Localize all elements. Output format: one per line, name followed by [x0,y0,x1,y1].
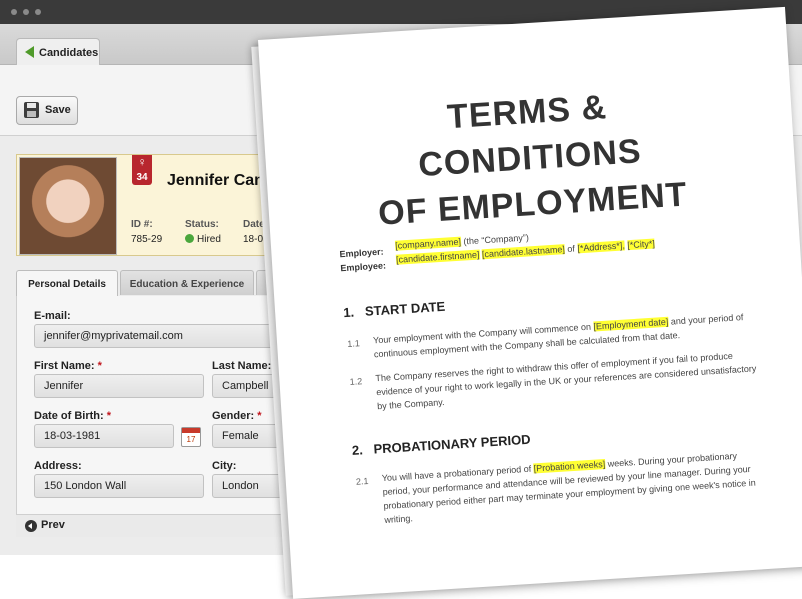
tab-candidates[interactable]: Candidates [16,38,100,65]
id-field: ID #: 785-29 [131,219,162,245]
required-mark: * [257,410,262,422]
tab-education-experience[interactable]: Education & Experience [120,270,254,295]
first-name-value: Jennifer [44,380,84,392]
status-field: Status: Hired [185,219,221,245]
required-mark: * [97,360,102,372]
section2-number: 2. [351,442,364,458]
last-name-value: Campbell [222,380,269,392]
city-label: City: [212,460,237,472]
status-value: Hired [197,234,221,245]
section1-title: START DATE [364,298,446,319]
status-dot-icon [185,234,194,243]
gender-value: Female [222,430,259,442]
first-name-label: First Name: * [34,360,102,372]
document-title: TERMS & CONDITIONS OF EMPLOYMENT [336,77,724,239]
employee-address-placeholder: [*Address*], [577,240,626,254]
employee-firstname-placeholder: [candidate.firstname] [395,249,480,265]
last-name-label: Last Name: * [212,360,279,372]
window-dot-icon [23,9,29,15]
id-value: 785-29 [131,234,163,245]
form-footer: Prev [16,514,316,537]
employee-label: Employee: [340,260,387,274]
dob-value: 18-03-1981 [44,430,101,442]
section2-title: PROBATIONARY PERIOD [373,431,531,457]
section1-number: 1. [342,304,355,321]
window-dot-icon [11,9,17,15]
age-value: 34 [136,172,148,183]
tab-personal-details[interactable]: Personal Details [16,270,118,296]
employee-of: of [567,243,576,254]
section2-heading: 2. PROBATIONARY PERIOD [351,432,530,458]
id-label: ID #: [131,219,153,230]
candidate-photo [19,157,117,255]
clause-2-1-number: 2.1 [355,475,369,487]
city-value: London [222,480,259,492]
window-dot-icon [35,9,41,15]
candidate-name: Jennifer Cam [167,172,269,189]
required-mark: * [106,410,112,422]
floppy-disk-icon [24,102,39,118]
email-label: E-mail: [34,310,71,322]
female-icon: ♀ [137,155,147,169]
prev-label: Prev [41,519,65,531]
prev-arrow-icon [25,520,37,532]
employee-city-placeholder: [*City*] [627,238,656,251]
status-label: Status: [185,219,219,230]
back-arrow-icon [25,46,34,58]
tab-candidates-label: Candidates [39,47,99,59]
terms-document: TERMS & CONDITIONS OF EMPLOYMENT Employe… [258,6,802,599]
gender-age-badge: ♀ 34 [132,155,152,185]
first-name-field[interactable]: Jennifer [34,374,204,398]
email-field[interactable]: jennifer@myprivatemail.com [34,324,306,348]
clause-1-2-line3: by the Company. [376,397,445,412]
dob-field[interactable]: 18-03-1981 [34,424,174,448]
gender-label: Gender: * [212,410,262,422]
email-value: jennifer@myprivatemail.com [44,330,183,342]
address-field[interactable]: 150 London Wall [34,474,204,498]
calendar-day: 17 [186,435,196,444]
calendar-icon[interactable]: 17 [181,427,201,447]
section1-heading: 1. START DATE [343,299,446,320]
save-button-label: Save [45,104,71,116]
address-label: Address: [34,460,82,472]
tab-education-experience-label: Education & Experience [129,279,245,290]
tab-personal-details-label: Personal Details [28,279,106,290]
address-value: 150 London Wall [44,480,127,492]
save-button[interactable]: Save [16,96,78,125]
clause-2-1-line4: writing. [384,513,414,526]
clause-1-2-number: 1.2 [349,376,363,387]
clause-1-1-number: 1.1 [346,338,361,349]
employee-lastname-placeholder: [candidate.lastname] [481,244,566,260]
dob-label: Date of Birth: * [34,410,112,422]
